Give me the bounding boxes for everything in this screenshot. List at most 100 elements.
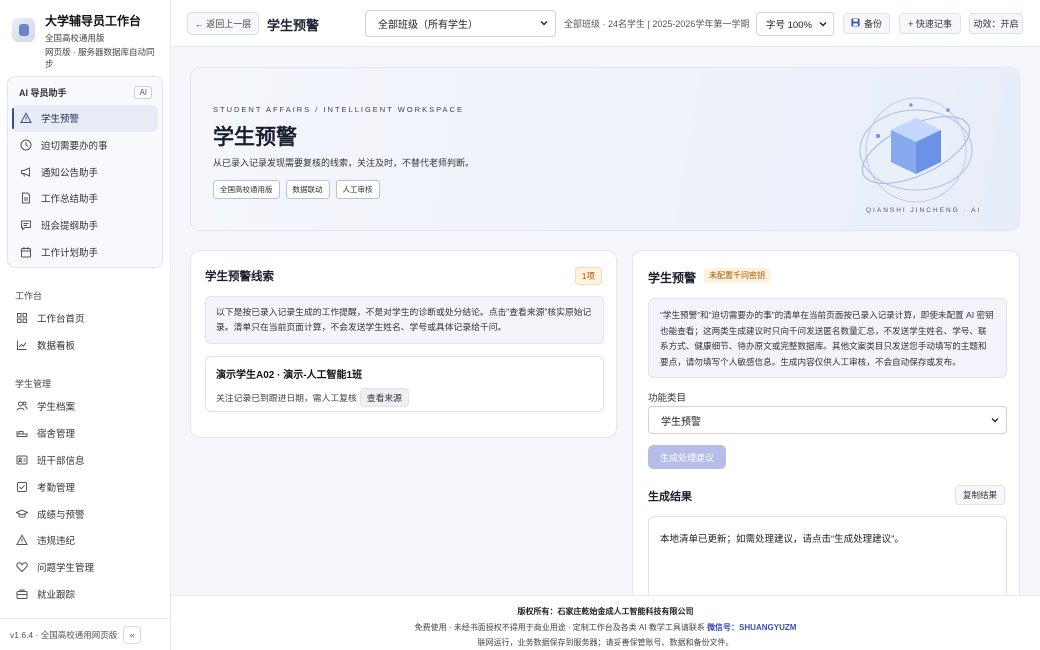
- ai-assistant-panel: AI 导员助手 AI 学生预警 迫切需要办的事 通知公告助手 工作总结助手 班会…: [7, 76, 163, 268]
- nav-label: 问题学生管理: [37, 563, 95, 575]
- class-filter-select[interactable]: 全部班级（所有学生）: [365, 10, 556, 37]
- nav-attendance[interactable]: 考勤管理: [4, 473, 164, 500]
- nav-label: 成绩与预警: [37, 509, 85, 521]
- clues-info-box: 以下是按已录入记录生成的工作提醒，不是对学生的诊断或处分结论。点击“查看来源”核…: [205, 296, 604, 344]
- line-chart-icon: [16, 339, 28, 351]
- nav-label: 工作台首页: [37, 314, 85, 326]
- heart-icon: [16, 561, 28, 573]
- grid-icon: [16, 312, 28, 324]
- hero-tags: 全国高校通用版 数据联动 人工审核: [213, 180, 386, 199]
- student-nav: 学生档案 宿舍管理 班干部信息 考勤管理 成绩与预警 违规违纪 问题学生管理 就…: [4, 393, 164, 607]
- alert-triangle-icon: [16, 534, 28, 546]
- nav-label: 工作总结助手: [41, 194, 99, 206]
- backup-button[interactable]: 备份: [843, 13, 890, 34]
- version-label: v1.6.4 · 全国高校通用网页版: [10, 629, 118, 640]
- hero-subtitle: 从已录入记录发现需要复核的线索，关注及时，不替代老师判断。: [213, 158, 475, 168]
- calendar-icon: [20, 246, 32, 258]
- nav-label: 数据看板: [37, 341, 76, 353]
- megaphone-icon: [20, 166, 32, 178]
- nav-label: 班会提纲助手: [41, 221, 99, 233]
- nav-label: 通知公告助手: [41, 167, 99, 179]
- graduation-cap-icon: [16, 508, 28, 520]
- nav-employment-tracking[interactable]: 就业跟踪: [4, 581, 164, 608]
- users-icon: [16, 400, 28, 412]
- nav-urgent-tasks[interactable]: 迫切需要办的事: [8, 132, 162, 159]
- generate-suggestion-button[interactable]: 生成处理建议: [648, 445, 726, 469]
- nav-dashboard[interactable]: 数据看板: [4, 332, 164, 359]
- ai-badge: AI: [134, 86, 152, 99]
- nav-label: 考勤管理: [37, 482, 76, 494]
- nav-plan-assistant[interactable]: 工作计划助手: [8, 238, 162, 265]
- clock-icon: [20, 139, 32, 151]
- checkbox-icon: [16, 481, 28, 493]
- workbench-nav: 工作台首页 数据看板: [4, 305, 164, 359]
- nav-student-files[interactable]: 学生档案: [4, 393, 164, 420]
- result-title: 生成结果: [648, 491, 692, 503]
- quick-note-button[interactable]: + 快速记事: [899, 13, 961, 34]
- collapse-sidebar-button[interactable]: «: [123, 625, 142, 644]
- nav-label: 班干部信息: [37, 455, 85, 467]
- font-size-select[interactable]: 字号 100%: [756, 12, 834, 36]
- assistant-description: “学生预警”和“迫切需要办的事”的清单在当前页面按已录入记录计算，即使未配置 A…: [648, 298, 1007, 378]
- nav-class-cadre[interactable]: 班干部信息: [4, 447, 164, 474]
- nav-label: 宿舍管理: [37, 429, 76, 441]
- hero-kicker: STUDENT AFFAIRS / INTELLIGENT WORKSPACE: [213, 105, 464, 114]
- nav-label: 学生预警: [41, 114, 80, 126]
- function-category-label: 功能类目: [648, 393, 687, 404]
- term-meta: 全部班级 · 24名学生 | 2025-2026学年第一学期: [564, 19, 750, 29]
- brand: 大学辅导员工作台 全国高校通用版 网页版 · 服务器数据库自动同步: [0, 0, 170, 69]
- nav-problem-students[interactable]: 问题学生管理: [4, 554, 164, 581]
- storage-note: 联网运行，业务数据保存到服务器；请妥善保管账号、数据和备份文件。: [477, 638, 734, 647]
- nav-grades-alerts[interactable]: 成绩与预警: [4, 500, 164, 527]
- chevron-down-icon: [990, 415, 1000, 428]
- copy-result-button[interactable]: 复制结果: [954, 485, 1005, 505]
- nav-label: 违规违纪: [37, 536, 76, 548]
- app-title: 大学辅导员工作台: [44, 14, 141, 28]
- motion-toggle-button[interactable]: 动效：开启: [969, 13, 1023, 34]
- alert-clues-card: 学生预警线索 1项 以下是按已录入记录生成的工作提醒，不是对学生的诊断或处分结论…: [190, 250, 617, 438]
- license-line: 免费使用 · 未经书面授权不得用于商业用途 · 定制工作台及各类 AI 教学工具…: [171, 622, 1040, 633]
- function-category-select[interactable]: 学生预警: [648, 406, 1007, 434]
- hero-tag: 数据联动: [285, 180, 330, 199]
- wechat-contact: 微信号：SHUANGYUZM: [707, 623, 797, 632]
- nav-violations[interactable]: 违规违纪: [4, 527, 164, 554]
- nav-meeting-outline-assistant[interactable]: 班会提纲助手: [8, 212, 162, 239]
- nav-label: 迫切需要办的事: [41, 141, 108, 153]
- page-footer: 版权所有：石家庄乾始金成人工智能科技有限公司 免费使用 · 未经书面授权不得用于…: [171, 595, 1040, 650]
- nav-summary-assistant[interactable]: 工作总结助手: [8, 185, 162, 212]
- briefcase-icon: [16, 588, 28, 600]
- sidebar-footer: v1.6.4 · 全国高校通用网页版 «: [0, 618, 171, 650]
- sidebar: 大学辅导员工作台 全国高校通用版 网页版 · 服务器数据库自动同步 AI 导员助…: [0, 0, 171, 650]
- hero-title: 学生预警: [213, 126, 297, 149]
- function-category-value: 学生预警: [661, 416, 701, 428]
- chevron-down-icon: [539, 18, 549, 31]
- app-logo: [12, 18, 35, 42]
- backup-label: 备份: [863, 19, 882, 29]
- class-filter-value: 全部班级（所有学生）: [378, 20, 478, 31]
- clues-count-badge: 1项: [574, 267, 602, 285]
- section-workbench: 工作台: [15, 291, 43, 301]
- nav-label: 工作计划助手: [41, 247, 99, 259]
- save-icon: [851, 18, 860, 29]
- ai-section-label: AI 导员助手: [19, 88, 67, 98]
- font-size-value: 字号 100%: [766, 20, 812, 31]
- alert-list-item: 演示学生A02 · 演示-人工智能1班 关注记录已到跟进日期，需人工复核 查看来…: [205, 356, 604, 412]
- app-edition: 全国高校通用版: [44, 33, 105, 43]
- topbar: ← 返回上一层 学生预警 全部班级（所有学生） 全部班级 · 24名学生 | 2…: [171, 0, 1040, 47]
- hero-tag: 人工审核: [335, 180, 380, 199]
- nav-label: 就业跟踪: [37, 589, 76, 601]
- alert-student-name: 演示学生A02 · 演示-人工智能1班: [216, 370, 363, 381]
- view-source-button[interactable]: 查看来源: [359, 388, 409, 407]
- nav-label: 学生档案: [37, 402, 76, 414]
- alert-description: 关注记录已到跟进日期，需人工复核: [216, 393, 357, 403]
- back-button[interactable]: ← 返回上一层: [187, 12, 259, 35]
- copyright-line: 版权所有：石家庄乾始金成人工智能科技有限公司: [517, 607, 694, 616]
- nav-workbench-home[interactable]: 工作台首页: [4, 305, 164, 332]
- nav-dorm-management[interactable]: 宿舍管理: [4, 420, 164, 447]
- license-text: 免费使用 · 未经书面授权不得用于商业用途 · 定制工作台及各类 AI 教学工具…: [414, 623, 705, 632]
- hero-banner: STUDENT AFFAIRS / INTELLIGENT WORKSPACE …: [190, 67, 1020, 231]
- nav-notice-assistant[interactable]: 通知公告助手: [8, 158, 162, 185]
- nav-student-alert[interactable]: 学生预警: [12, 105, 158, 132]
- id-card-icon: [16, 454, 28, 466]
- chat-icon: [20, 219, 32, 231]
